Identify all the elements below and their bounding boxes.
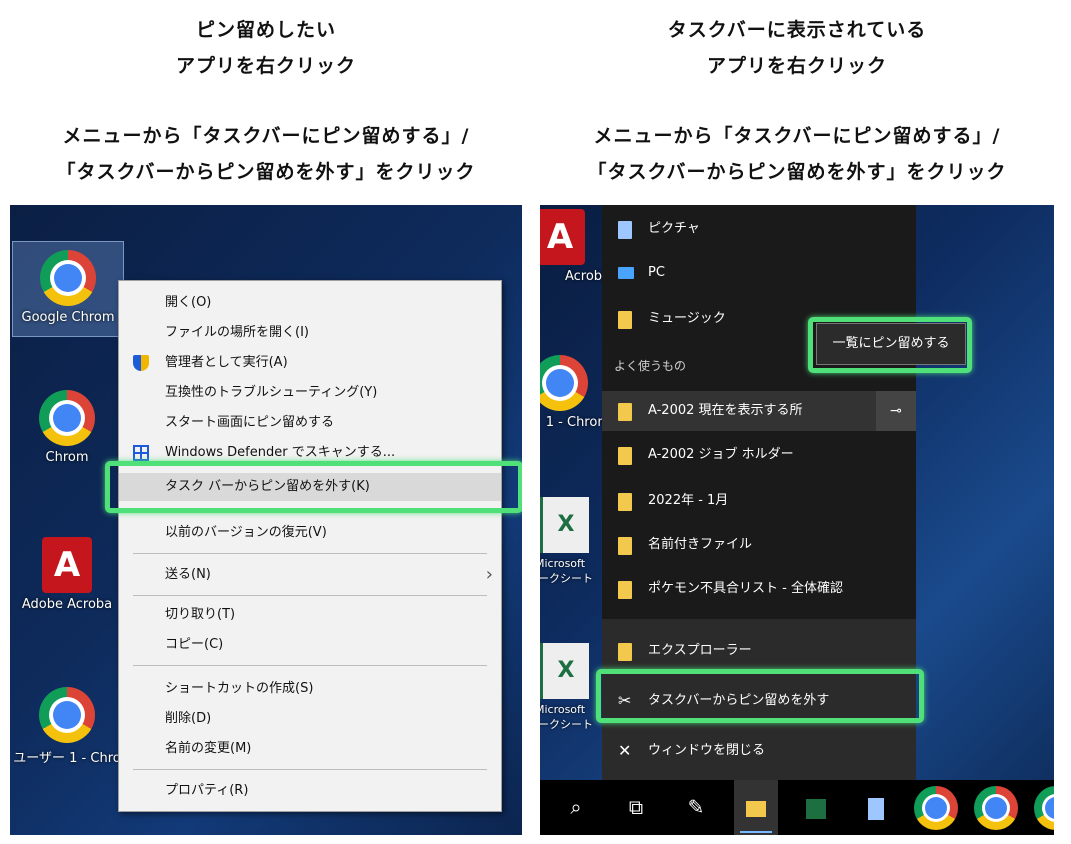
jumplist-item-recent-3[interactable]: 2022年 - 1月 [602, 481, 916, 521]
desktop-icon-label: Acroba [564, 269, 610, 284]
excel-icon: X [540, 497, 589, 553]
chrome-icon [40, 250, 96, 306]
left-instruction: メニューから「タスクバーにピン留めする」/ 「タスクバーからピン留めを外す」をク… [10, 118, 522, 190]
excel-icon: X [540, 643, 589, 699]
desktop-icon-excel[interactable]: X Microsoft ワークシート [540, 497, 610, 586]
pin-icon[interactable]: ⊸ [876, 391, 916, 431]
menu-separator [133, 595, 487, 596]
windows-defender-icon [133, 445, 149, 461]
chevron-right-icon: › [485, 564, 493, 585]
jumplist-item-pc[interactable]: PC [602, 253, 916, 293]
right-caption-line2: アプリを右クリック [706, 55, 887, 77]
left-instruction-line2: 「タスクバーからピン留めを外す」をクリック [56, 161, 476, 183]
left-caption-line1: ピン留めしたい [195, 19, 336, 41]
left-caption: ピン留めしたい アプリを右クリック [10, 12, 522, 84]
highlight-pin-tooltip [808, 317, 972, 373]
acrobat-icon: A [540, 209, 585, 265]
task-view-icon[interactable]: ⧉ [614, 780, 658, 835]
desktop-icon-chrome-profile[interactable]: Chrom [12, 390, 122, 465]
menu-item-pin-start[interactable]: スタート画面にピン留めする [119, 409, 501, 437]
menu-item-cut[interactable]: 切り取り(T) [119, 601, 501, 629]
right-instruction-line1: メニューから「タスクバーにピン留めする」/ [593, 125, 1001, 147]
right-desktop-screenshot: A Acroba 1 - Chrom X Microsoft ワークシート X … [540, 205, 1054, 835]
highlight-unpin-option [105, 461, 522, 513]
menu-item-restore-versions[interactable]: 以前のバージョンの復元(V) [119, 519, 501, 547]
search-icon[interactable]: ⌕ [554, 780, 598, 835]
chrome-taskbar-icon[interactable] [974, 780, 1018, 835]
chrome-icon [540, 355, 588, 411]
jumplist-explorer[interactable]: エクスプローラー [602, 631, 916, 671]
jumplist-item-recent-5[interactable]: ポケモン不具合リスト - 全体確認 [602, 569, 916, 609]
right-instruction-line2: 「タスクバーからピン留めを外す」をクリック [587, 161, 1007, 183]
menu-item-send-to[interactable]: 送る(N) › [119, 561, 501, 589]
jumplist-item-pictures[interactable]: ピクチャ [602, 209, 916, 249]
left-caption-line2: アプリを右クリック [175, 55, 356, 77]
chrome-icon [39, 687, 95, 743]
folder-icon [618, 581, 632, 599]
folder-icon [618, 447, 632, 465]
folder-icon [618, 403, 632, 421]
chrome-taskbar-icon[interactable] [914, 780, 958, 835]
chrome-taskbar-icon[interactable] [1034, 780, 1054, 835]
desktop-icon-label: Microsoft ワークシート [540, 557, 593, 585]
jumplist-item-recent-2[interactable]: A-2002 ジョブ ホルダー [602, 435, 916, 475]
right-caption-line1: タスクバーに表示されている [667, 19, 927, 41]
desktop-icon-label: 1 - Chrom [545, 415, 610, 430]
desktop-icon-chrome[interactable]: Google Chrom [12, 241, 124, 337]
left-desktop-screenshot: Google Chrom Chrom A Adobe Acroba ユーザー 1… [10, 205, 522, 835]
left-instruction-line1: メニューから「タスクバーにピン留めする」/ [62, 125, 470, 147]
jumplist-close-window[interactable]: ✕ ウィンドウを閉じる [602, 731, 916, 771]
highlight-unpin-option [596, 669, 924, 723]
menu-item-copy[interactable]: コピー(C) [119, 631, 501, 659]
menu-item-rename[interactable]: 名前の変更(M) [119, 735, 501, 763]
desktop-icon-acrobat[interactable]: A Acroba [540, 209, 610, 284]
menu-item-delete[interactable]: 削除(D) [119, 705, 501, 733]
menu-item-open-location[interactable]: ファイルの場所を開く(I) [119, 319, 501, 347]
folder-icon [618, 311, 632, 329]
menu-separator [133, 665, 487, 666]
folder-icon [618, 493, 632, 511]
shield-icon [133, 355, 149, 371]
desktop-icon-chrome-user1[interactable]: ユーザー 1 - Chro [12, 687, 122, 766]
context-menu: 開く(O) ファイルの場所を開く(I) 管理者として実行(A) 互換性のトラブル… [118, 280, 502, 812]
menu-item-create-shortcut[interactable]: ショートカットの作成(S) [119, 675, 501, 703]
menu-item-troubleshoot[interactable]: 互換性のトラブルシューティング(Y) [119, 379, 501, 407]
desktop-icon-chrome-profile[interactable]: 1 - Chrom [540, 355, 610, 430]
chrome-icon [39, 390, 95, 446]
menu-item-open[interactable]: 開く(O) [119, 289, 501, 317]
menu-item-run-as-admin[interactable]: 管理者として実行(A) [119, 349, 501, 377]
desktop-icon-acrobat[interactable]: A Adobe Acroba [12, 537, 122, 612]
excel-taskbar-icon[interactable] [794, 780, 838, 835]
desktop-icon-label: Adobe Acroba [21, 597, 113, 612]
menu-separator [133, 769, 487, 770]
folder-icon [618, 537, 632, 555]
pictures-icon [618, 221, 632, 239]
taskbar: ⌕ ⧉ ✎ [540, 780, 1054, 835]
acrobat-icon: A [42, 537, 92, 593]
jumplist-section-header: よく使うもの [614, 359, 687, 373]
close-icon: ✕ [618, 741, 632, 760]
notepad-icon[interactable]: ✎ [674, 780, 718, 835]
menu-item-properties[interactable]: プロパティ(R) [119, 777, 501, 805]
file-explorer-icon[interactable] [734, 780, 778, 835]
app-taskbar-icon[interactable] [854, 780, 898, 835]
desktop-icon-label: Google Chrom [21, 310, 115, 325]
menu-separator [133, 553, 487, 554]
right-caption: タスクバーに表示されている アプリを右クリック [540, 12, 1054, 84]
pc-icon [618, 267, 634, 279]
jumplist-item-recent-4[interactable]: 名前付きファイル [602, 525, 916, 565]
explorer-icon [618, 643, 632, 661]
right-instruction: メニューから「タスクバーにピン留めする」/ 「タスクバーからピン留めを外す」をク… [540, 118, 1054, 190]
desktop-icon-label: ユーザー 1 - Chro [13, 751, 121, 766]
jumplist-item-recent-1[interactable]: A-2002 現在を表示する所 ⊸ [602, 391, 916, 431]
